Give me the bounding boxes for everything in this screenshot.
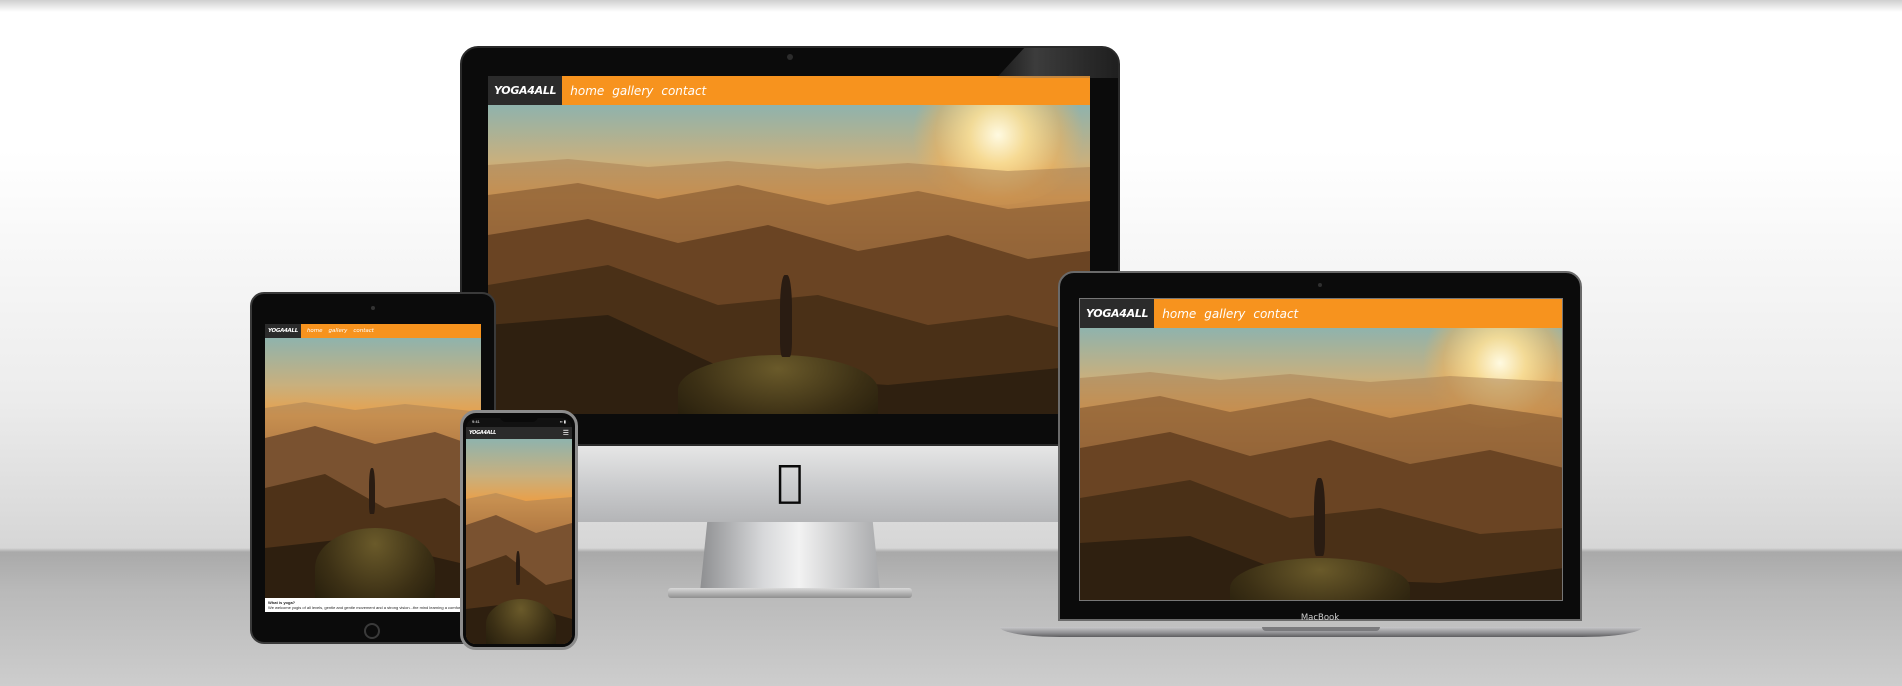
hero-image bbox=[466, 439, 572, 644]
yoga-figure bbox=[1314, 478, 1325, 556]
site-brand[interactable]: YOGA4ALL bbox=[466, 427, 499, 439]
intro-article: What is yoga? We welcome yogis of all le… bbox=[268, 600, 478, 610]
macbook-camera bbox=[1318, 283, 1322, 287]
ipad-site-header: YOGA4ALL home gallery contact bbox=[265, 324, 481, 338]
macbook-screen: YOGA4ALL home gallery contact bbox=[1079, 298, 1563, 601]
site-brand[interactable]: YOGA4ALL bbox=[265, 324, 301, 338]
nav-link-home[interactable]: home bbox=[570, 84, 604, 98]
nav-link-contact[interactable]: contact bbox=[661, 84, 706, 98]
nav-link-gallery[interactable]: gallery bbox=[612, 84, 653, 98]
site-brand[interactable]: YOGA4ALL bbox=[488, 76, 563, 105]
yoga-figure bbox=[780, 275, 792, 357]
yoga-figure bbox=[516, 551, 520, 585]
ipad-home-button[interactable] bbox=[364, 623, 380, 639]
hero-image bbox=[488, 105, 1090, 414]
iphone-site-header: YOGA4ALL ☰ bbox=[466, 427, 572, 439]
nav-link-contact[interactable]: contact bbox=[353, 328, 374, 334]
iphone-screen: 9:41 ▪▪ ▮ YOGA4ALL ☰ bbox=[466, 418, 572, 644]
ipad-screen: YOGA4ALL home gallery contact What is yo… bbox=[265, 324, 481, 612]
status-time: 9:41 bbox=[472, 419, 480, 424]
status-icons: ▪▪ ▮ bbox=[559, 419, 566, 424]
imac-screen: YOGA4ALL home gallery contact bbox=[488, 76, 1090, 414]
site-brand[interactable]: YOGA4ALL bbox=[1080, 299, 1155, 328]
nav-link-gallery[interactable]: gallery bbox=[329, 328, 348, 334]
iphone-notch bbox=[500, 414, 538, 422]
imac-foot bbox=[668, 588, 912, 598]
imac-site-header: YOGA4ALL home gallery contact bbox=[488, 76, 1090, 105]
nav-link-gallery[interactable]: gallery bbox=[1204, 307, 1245, 321]
hero-image bbox=[1080, 328, 1562, 600]
yoga-figure bbox=[369, 468, 375, 514]
nav-link-home[interactable]: home bbox=[307, 328, 323, 334]
article-text: We welcome yogis of all levels, gentle a… bbox=[268, 605, 473, 610]
ipad-camera bbox=[371, 306, 375, 310]
macbook-base-notch bbox=[1262, 627, 1380, 631]
imac-stand bbox=[700, 522, 880, 592]
hero-image bbox=[265, 338, 481, 598]
nav-link-contact[interactable]: contact bbox=[1253, 307, 1298, 321]
apple-logo-icon:  bbox=[770, 458, 810, 506]
macbook-label: MacBook bbox=[1300, 613, 1340, 623]
imac-camera bbox=[787, 54, 793, 60]
nav-link-home[interactable]: home bbox=[1162, 307, 1196, 321]
macbook-site-header: YOGA4ALL home gallery contact bbox=[1080, 299, 1562, 328]
hamburger-menu-icon[interactable]: ☰ bbox=[563, 427, 572, 439]
